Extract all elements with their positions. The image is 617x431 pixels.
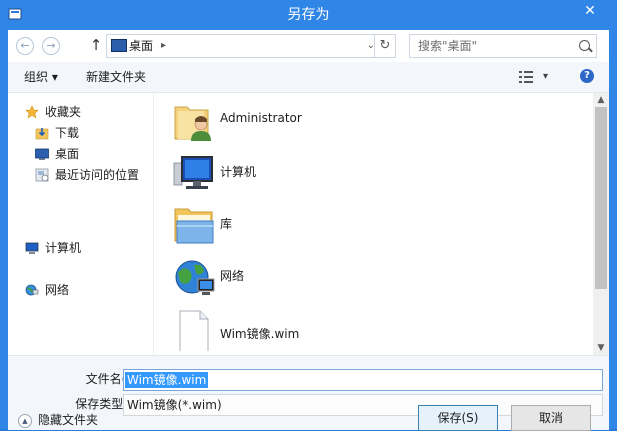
file-list: Administrator 计算机 库 网络 Wim镜像.wim [154,93,593,355]
file-name: Wim镜像.wim [220,327,300,341]
list-item[interactable]: Wim镜像.wim [172,307,472,355]
file-name: 网络 [220,269,245,283]
save-as-dialog: 另存为 ✕ ← → ↑ 桌面 ▸ ⌄ ↻ 搜索"桌面" 组织 ▾ 新建文件夹 ▾… [0,0,617,431]
scrollbar-thumb[interactable] [595,107,607,289]
hide-folders-toggle[interactable]: ▲ 隐藏文件夹 [18,411,98,429]
list-item[interactable]: Administrator [172,99,472,149]
navigation-pane: 收藏夹 下载 桌面 最近访问的位置 计算机 网络 [8,93,154,355]
list-item[interactable]: 库 [172,203,472,253]
star-icon [25,105,39,119]
file-name: 库 [220,217,233,231]
search-input[interactable]: 搜索"桌面" [409,34,597,58]
help-button[interactable]: ? [580,69,594,83]
recent-places-icon [35,168,49,182]
command-toolbar: 组织 ▾ 新建文件夹 ▾ ? [8,62,609,93]
up-button[interactable]: ↑ [88,35,104,55]
filename-value[interactable]: Wim镜像.wim [125,372,209,388]
save-button[interactable]: 保存(S) [418,405,498,431]
new-folder-button[interactable]: 新建文件夹 [86,62,146,92]
file-name: 计算机 [220,165,257,179]
file-icon [179,310,209,351]
view-options-icon[interactable] [519,70,535,84]
back-button[interactable]: ← [16,37,34,55]
vertical-scrollbar[interactable]: ▲ ▼ [593,93,609,355]
close-button[interactable]: ✕ [573,0,607,22]
list-item[interactable]: 计算机 [172,151,472,201]
hide-folders-label: 隐藏文件夹 [38,413,99,427]
computer-icon [25,242,39,254]
scroll-down-button[interactable]: ▼ [593,341,609,355]
address-text[interactable]: 桌面 [129,35,153,57]
sidebar-item-label: 最近访问的位置 [55,168,140,182]
dialog-client: ← → ↑ 桌面 ▸ ⌄ ↻ 搜索"桌面" 组织 ▾ 新建文件夹 ▾ ? 收藏夹… [8,30,609,430]
refresh-button[interactable]: ↻ [374,35,395,57]
organize-button[interactable]: 组织 ▾ [24,62,58,92]
sidebar-item-label: 计算机 [45,241,82,255]
file-name: Administrator [220,111,302,125]
sidebar-item-label: 桌面 [55,147,80,161]
window-title: 另存为 [287,7,330,23]
download-icon [35,128,49,140]
computer-icon [173,156,213,189]
desktop-icon [35,148,49,160]
view-dropdown-icon[interactable]: ▾ [543,62,548,92]
desktop-icon [111,39,127,52]
search-placeholder: 搜索"桌面" [418,39,478,53]
sidebar-item-label: 下载 [55,126,80,140]
scroll-up-button[interactable]: ▲ [593,93,609,107]
breadcrumb-arrow-icon[interactable]: ▸ [161,35,166,57]
navigation-bar: ← → ↑ 桌面 ▸ ⌄ ↻ 搜索"桌面" [8,30,609,62]
forward-button[interactable]: → [42,37,60,55]
collapse-icon: ▲ [18,413,32,428]
cancel-button[interactable]: 取消 [511,405,591,431]
library-icon [174,208,214,244]
network-icon [25,284,39,296]
sidebar-item-label: 收藏夹 [45,105,82,119]
filetype-value: Wim镜像(*.wim) [127,398,222,412]
network-icon [175,260,215,295]
sidebar-item-label: 网络 [45,283,70,297]
filename-field[interactable]: Wim镜像.wim [123,369,603,391]
list-item[interactable]: 网络 [172,255,472,305]
address-bar[interactable]: 桌面 ▸ ⌄ ↻ [106,34,396,58]
search-icon[interactable] [579,40,590,51]
title-bar[interactable]: 另存为 ✕ [0,0,617,30]
user-folder-icon [174,106,211,141]
